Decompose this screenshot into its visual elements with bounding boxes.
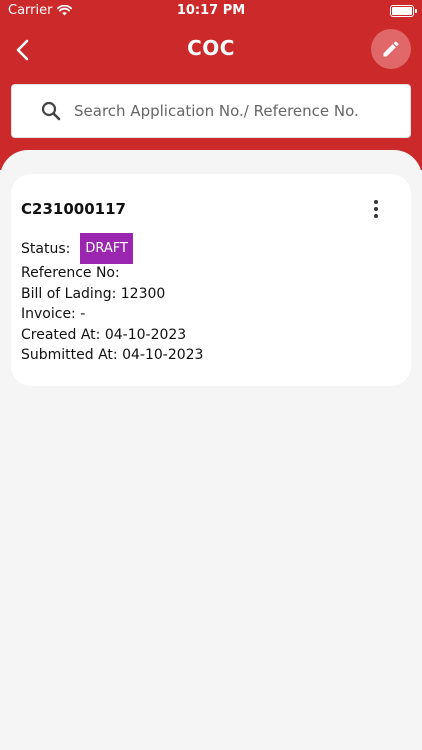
search-icon	[40, 100, 62, 122]
clock: 10:17 PM	[176, 3, 246, 18]
more-options-button[interactable]	[365, 196, 387, 222]
application-number: C231000117	[21, 200, 126, 218]
application-card[interactable]: C231000117 Status: DRAFT Reference No: B…	[11, 174, 411, 386]
submitted-at: Submitted At: 04-10-2023	[21, 347, 204, 363]
status-label: Status:	[21, 240, 71, 257]
more-vertical-icon	[374, 200, 378, 204]
page-title: COC	[187, 36, 235, 60]
invoice: Invoice: -	[21, 306, 86, 322]
search-box[interactable]	[11, 84, 411, 138]
pencil-icon	[383, 41, 399, 57]
status-badge: DRAFT	[80, 233, 133, 264]
created-at: Created At: 04-10-2023	[21, 327, 187, 343]
search-input[interactable]	[74, 85, 410, 137]
edit-button[interactable]	[371, 29, 411, 69]
status-row: Status: DRAFT	[21, 233, 133, 264]
status-bar: Carrier 10:17 PM	[0, 0, 422, 24]
battery-icon	[390, 5, 417, 17]
reference-number: Reference No:	[21, 265, 120, 281]
bill-of-lading: Bill of Lading: 12300	[21, 286, 166, 302]
